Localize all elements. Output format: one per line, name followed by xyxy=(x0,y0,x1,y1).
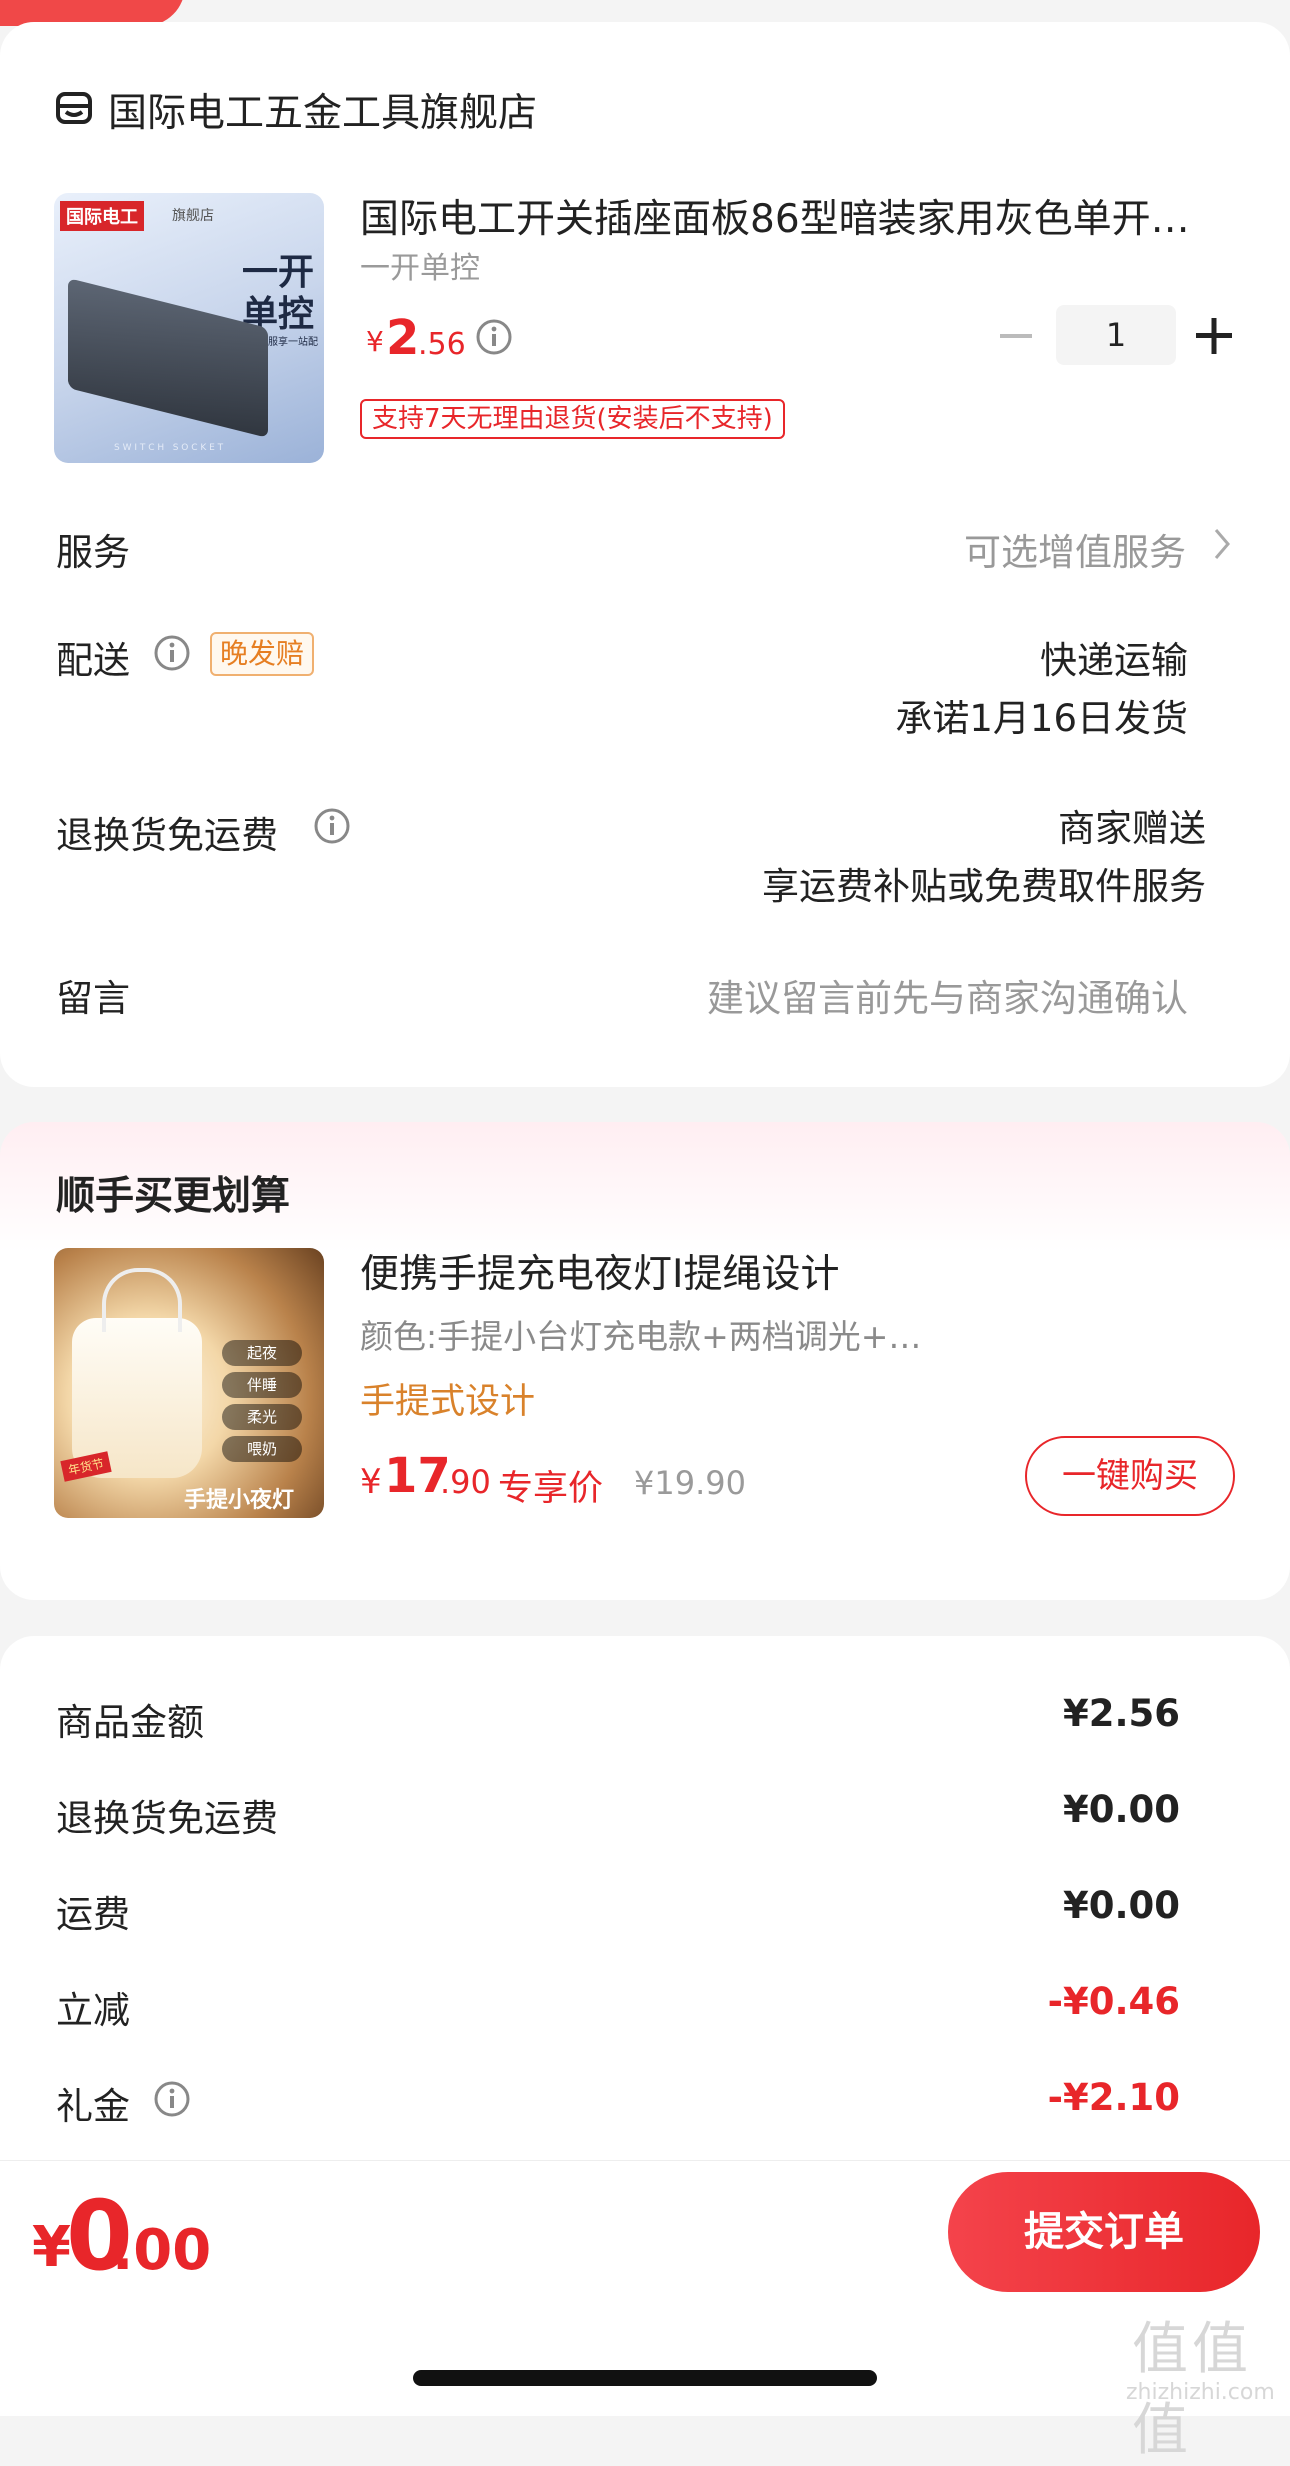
delivery-method[interactable]: 快递运输 xyxy=(1040,630,1188,684)
upsell-price-decimal: .90 xyxy=(440,1463,491,1501)
quantity-input[interactable]: 1 xyxy=(1056,305,1176,365)
summary-value-goods: ¥2.56 xyxy=(1062,1692,1180,1735)
upsell-product-title[interactable]: 便携手提充电夜灯I提绳设计 xyxy=(360,1243,840,1299)
delivery-label: 配送 xyxy=(56,639,130,682)
summary-value-discount: -¥0.46 xyxy=(1047,1980,1180,2023)
lamp-handle xyxy=(102,1268,182,1332)
upsell-product-image[interactable]: 起夜 伴睡 柔光 喂奶 年货节 手提小夜灯 xyxy=(54,1248,324,1518)
summary-label-return-freight: 退换货免运费 xyxy=(56,1797,278,1840)
freight-value-2: 享运费补贴或免费取件服务 xyxy=(762,865,1206,908)
summary-value-gift: -¥2.10 xyxy=(1047,2076,1180,2119)
upsell-feature-tag: 手提式设计 xyxy=(360,1382,536,1422)
lamp-mode-3: 柔光 xyxy=(222,1404,302,1430)
product-title[interactable]: 国际电工开关插座面板86型暗装家用灰色单开… xyxy=(360,188,1220,244)
service-label: 服务 xyxy=(56,531,130,574)
watermark-url: zhizhizhi.com xyxy=(1126,2380,1275,2405)
upsell-price-symbol: ¥ xyxy=(360,1462,382,1502)
service-value[interactable]: 可选增值服务 xyxy=(964,522,1186,576)
lamp-caption: 手提小夜灯 xyxy=(184,1488,295,1513)
return-policy-tag: 支持7天无理由退货(安装后不支持) xyxy=(360,399,785,439)
summary-label-gift: 礼金 xyxy=(56,2085,130,2128)
product-image-footer: S W I T C H S O C K E T xyxy=(114,443,224,453)
freight-value-1: 商家赠送 xyxy=(1058,807,1206,850)
message-input[interactable]: 建议留言前先与商家沟通确认 xyxy=(707,968,1188,1022)
lamp-mode-1: 起夜 xyxy=(222,1340,302,1366)
product-image[interactable]: 国际电工 旗舰店 一开 单控 联系客服享一站配齐 S W I T C H S O… xyxy=(54,193,324,463)
lamp-mode-4: 喂奶 xyxy=(222,1436,302,1462)
summary-value-shipping: ¥0.00 xyxy=(1062,1884,1180,1927)
freight-label: 退换货免运费 xyxy=(56,814,278,857)
upsell-exclusive-label: 专享价 xyxy=(498,1469,604,1509)
price-integer: 2 xyxy=(386,310,420,366)
home-indicator[interactable] xyxy=(413,2370,877,2386)
price-symbol: ¥ xyxy=(366,325,384,358)
message-label: 留言 xyxy=(56,977,130,1020)
one-click-buy-button[interactable]: 一键购买 xyxy=(1025,1436,1235,1516)
switch-panel-shape xyxy=(68,278,268,438)
gift-info-icon[interactable] xyxy=(153,2080,191,2118)
summary-label-shipping: 运费 xyxy=(56,1893,130,1936)
product-image-brand: 国际电工 xyxy=(60,201,144,231)
quantity-minus-icon[interactable] xyxy=(998,316,1034,356)
price-info-icon[interactable] xyxy=(475,318,513,356)
submit-order-button[interactable]: 提交订单 xyxy=(948,2172,1260,2292)
upsell-product-variant[interactable]: 颜色:手提小台灯充电款+两档调光+… xyxy=(360,1310,921,1358)
product-image-badge: 旗舰店 xyxy=(172,208,214,224)
freight-info-icon[interactable] xyxy=(313,807,351,845)
delivery-info-icon[interactable] xyxy=(153,634,191,672)
product-variant[interactable]: 一开单控 xyxy=(360,243,480,287)
summary-label-discount: 立减 xyxy=(56,1989,130,2032)
upsell-original-price: ¥19.90 xyxy=(634,1464,746,1502)
chevron-right-icon[interactable] xyxy=(1212,526,1232,562)
quantity-plus-icon[interactable] xyxy=(1194,316,1234,356)
summary-value-return-freight: ¥0.00 xyxy=(1062,1788,1180,1831)
delivery-promise: 承诺1月16日发货 xyxy=(895,697,1188,740)
lamp-mode-2: 伴睡 xyxy=(222,1372,302,1398)
summary-label-goods: 商品金额 xyxy=(56,1701,204,1744)
late-compensation-tag: 晚发赔 xyxy=(210,632,315,676)
store-name[interactable]: 国际电工五金工具旗舰店 xyxy=(108,82,537,138)
upsell-section-title: 顺手买更划算 xyxy=(56,1174,291,1219)
store-icon xyxy=(56,92,92,124)
price-decimal: .56 xyxy=(418,327,466,362)
total-decimal: .00 xyxy=(112,2218,212,2283)
